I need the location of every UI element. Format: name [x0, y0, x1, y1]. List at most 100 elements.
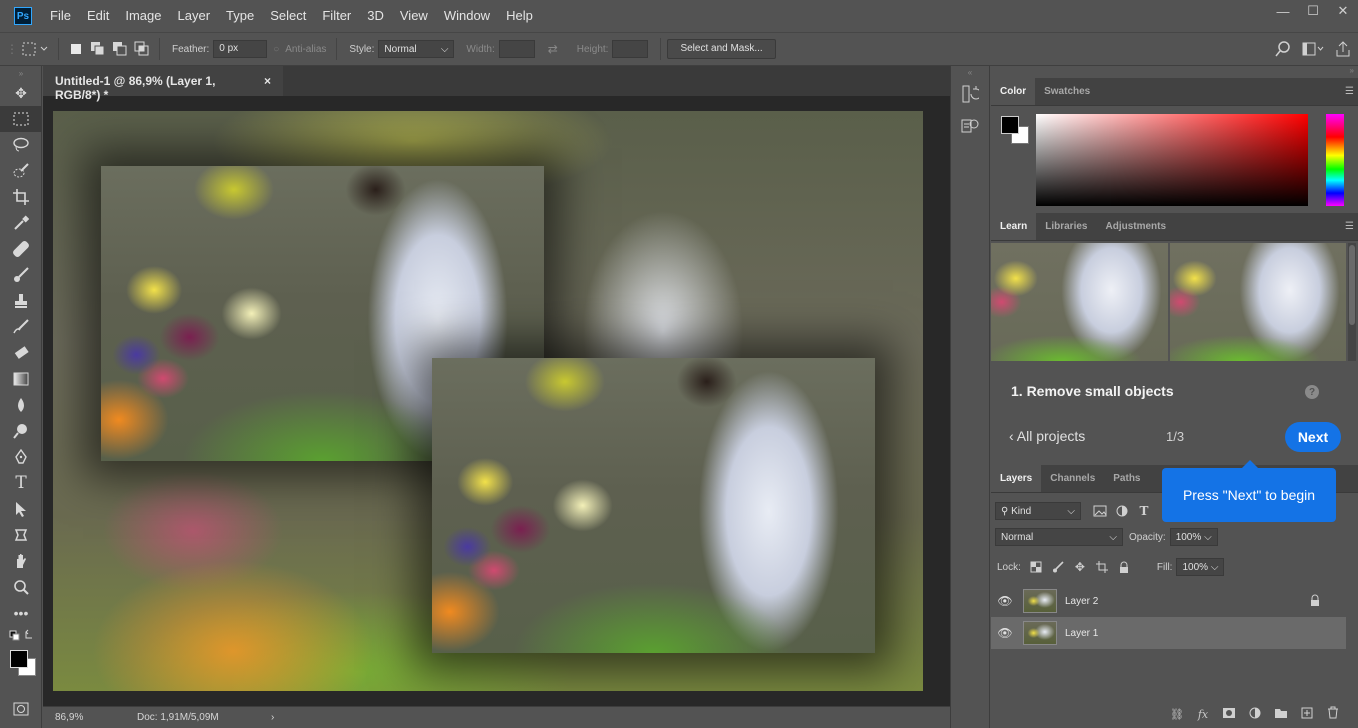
adjustment-layer-icon[interactable]	[1246, 707, 1264, 722]
menu-filter[interactable]: Filter	[314, 0, 359, 32]
lock-position-icon[interactable]: ✥	[1069, 556, 1091, 578]
history-brush-tool-icon[interactable]	[0, 314, 42, 340]
type-tool-icon[interactable]: T	[0, 470, 42, 496]
zoom-level[interactable]: 86,9%	[55, 712, 125, 723]
brush-tool-icon[interactable]	[0, 262, 42, 288]
custom-shape-tool-icon[interactable]	[0, 522, 42, 548]
collapse-arrows-icon[interactable]: »	[0, 66, 42, 80]
canvas[interactable]	[53, 111, 923, 691]
panel-menu-icon[interactable]: ☰	[1345, 221, 1354, 232]
lock-transparent-icon[interactable]	[1025, 556, 1047, 578]
menu-window[interactable]: Window	[436, 0, 498, 32]
pen-tool-icon[interactable]	[0, 444, 42, 470]
healing-brush-tool-icon[interactable]	[0, 236, 42, 262]
layer-1-photo[interactable]	[432, 358, 875, 653]
layer-kind-select[interactable]: ⚲ Kind ⌵	[995, 502, 1081, 520]
scrollbar-thumb[interactable]	[1349, 245, 1355, 325]
maximize-button[interactable]: ☐	[1298, 0, 1328, 22]
document-tab[interactable]: Untitled-1 @ 86,9% (Layer 1, RGB/8*) * ×	[43, 66, 283, 102]
color-spectrum-field[interactable]	[1036, 114, 1308, 206]
menu-file[interactable]: File	[42, 0, 79, 32]
blur-tool-icon[interactable]	[0, 392, 42, 418]
select-and-mask-button[interactable]: Select and Mask...	[667, 39, 776, 59]
swap-icon[interactable]: ⇄	[535, 38, 571, 60]
antialias-checkbox[interactable]: ○	[267, 38, 285, 60]
adjustment-filter-icon[interactable]	[1111, 500, 1133, 522]
add-selection-icon[interactable]	[87, 38, 109, 60]
blend-mode-select[interactable]: Normal ⌵	[995, 528, 1123, 546]
tab-swatches[interactable]: Swatches	[1035, 78, 1099, 105]
menu-select[interactable]: Select	[262, 0, 314, 32]
collapse-arrows-icon[interactable]: »	[1350, 66, 1354, 78]
tab-layers[interactable]: Layers	[991, 465, 1042, 492]
lasso-tool-icon[interactable]	[0, 132, 42, 158]
tab-color[interactable]: Color	[991, 78, 1036, 105]
search-icon[interactable]	[1268, 38, 1298, 60]
menu-view[interactable]: View	[392, 0, 436, 32]
width-input[interactable]	[498, 40, 535, 58]
intersect-selection-icon[interactable]	[131, 38, 153, 60]
eyedropper-tool-icon[interactable]	[0, 210, 42, 236]
help-icon[interactable]: ?	[1305, 385, 1319, 399]
link-layers-icon[interactable]: ⛓	[1168, 708, 1186, 721]
trash-icon[interactable]	[1324, 706, 1342, 722]
lock-artboard-icon[interactable]	[1091, 556, 1113, 578]
add-mask-icon[interactable]	[1220, 707, 1238, 722]
share-icon[interactable]	[1328, 38, 1358, 60]
tab-libraries[interactable]: Libraries	[1036, 213, 1096, 240]
tab-paths[interactable]: Paths	[1104, 465, 1149, 492]
quick-selection-tool-icon[interactable]	[0, 158, 42, 184]
status-menu-arrow-icon[interactable]: ›	[271, 712, 274, 723]
dodge-tool-icon[interactable]	[0, 418, 42, 444]
tab-learn[interactable]: Learn	[991, 213, 1037, 240]
history-panel-icon[interactable]	[951, 78, 989, 110]
minimize-button[interactable]: —	[1268, 0, 1298, 22]
layer-row-layer-1[interactable]: 👁 Layer 1	[991, 617, 1346, 649]
height-input[interactable]	[612, 40, 649, 58]
layer-style-icon[interactable]: fx	[1194, 708, 1212, 721]
close-tab-icon[interactable]: ×	[264, 74, 271, 88]
panel-menu-icon[interactable]: ☰	[1345, 86, 1354, 97]
feather-input[interactable]: 0 px	[213, 40, 268, 58]
tab-channels[interactable]: Channels	[1041, 465, 1104, 492]
close-button[interactable]: ✕	[1328, 0, 1358, 22]
menu-image[interactable]: Image	[117, 0, 169, 32]
type-filter-icon[interactable]: T	[1133, 500, 1155, 522]
color-swatches[interactable]	[0, 646, 42, 680]
hue-slider[interactable]	[1326, 114, 1344, 206]
menu-type[interactable]: Type	[218, 0, 262, 32]
zoom-tool-icon[interactable]	[0, 574, 42, 600]
all-projects-link[interactable]: ‹ All projects	[1009, 428, 1085, 444]
properties-panel-icon[interactable]	[951, 110, 989, 142]
new-layer-icon[interactable]	[1298, 707, 1316, 722]
visibility-eye-icon[interactable]: 👁	[991, 626, 1019, 640]
menu-layer[interactable]: Layer	[170, 0, 219, 32]
path-selection-tool-icon[interactable]	[0, 496, 42, 522]
opacity-input[interactable]: 100% ⌵	[1169, 528, 1218, 546]
marquee-preset-icon[interactable]	[18, 38, 52, 60]
new-selection-icon[interactable]	[65, 38, 87, 60]
workspace-icon[interactable]	[1298, 38, 1328, 60]
lock-all-icon[interactable]	[1113, 556, 1135, 578]
crop-tool-icon[interactable]	[0, 184, 42, 210]
menu-3d[interactable]: 3D	[359, 0, 392, 32]
gradient-tool-icon[interactable]	[0, 366, 42, 392]
group-folder-icon[interactable]	[1272, 707, 1290, 722]
learn-scrollbar[interactable]	[1348, 243, 1356, 361]
foreground-color-swatch[interactable]	[1001, 116, 1019, 134]
default-colors-icon[interactable]	[0, 626, 42, 646]
menu-help[interactable]: Help	[498, 0, 541, 32]
more-tools-icon[interactable]: •••	[0, 600, 42, 626]
marquee-tool-icon[interactable]	[0, 106, 42, 132]
collapse-arrows-icon[interactable]: «	[951, 66, 989, 78]
move-tool-icon[interactable]: ✥	[0, 80, 42, 106]
fill-input[interactable]: 100% ⌵	[1176, 558, 1225, 576]
visibility-eye-icon[interactable]: 👁	[991, 594, 1019, 608]
menu-edit[interactable]: Edit	[79, 0, 117, 32]
pixel-filter-icon[interactable]	[1089, 500, 1111, 522]
lock-pixels-icon[interactable]	[1047, 556, 1069, 578]
style-select[interactable]: Normal ⌵	[378, 40, 455, 58]
layer-row-layer-2[interactable]: 👁 Layer 2	[991, 585, 1346, 617]
eraser-tool-icon[interactable]	[0, 340, 42, 366]
clone-stamp-tool-icon[interactable]	[0, 288, 42, 314]
